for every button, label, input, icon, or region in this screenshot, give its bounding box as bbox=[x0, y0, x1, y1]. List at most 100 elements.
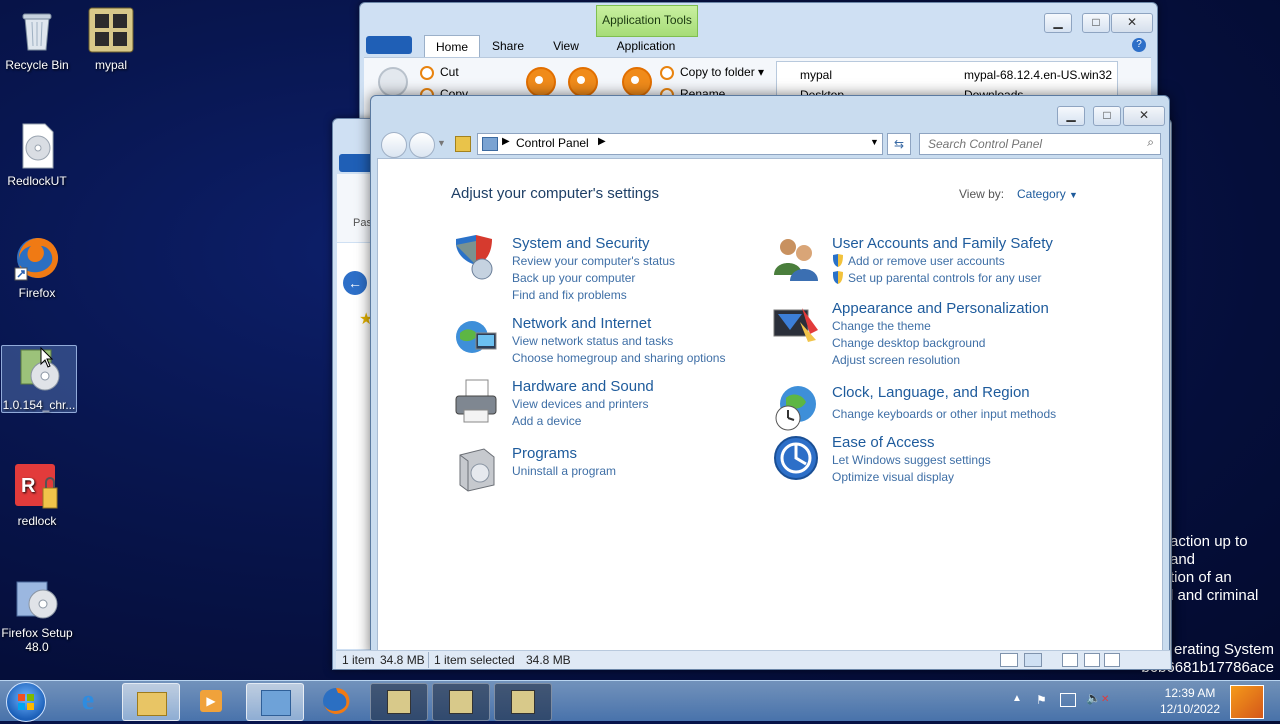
ribbon-tab-home[interactable]: Home bbox=[424, 35, 480, 58]
back-button[interactable] bbox=[381, 132, 407, 158]
help-icon[interactable]: ? bbox=[1132, 38, 1146, 52]
control-panel-window[interactable]: ▁ □ ✕ ▼ ▶ Control Panel ▶ ▼ ⇆ ⌕ Adjust y… bbox=[370, 95, 1170, 657]
copy-to-folder-button[interactable]: Copy to folder ▾ bbox=[660, 65, 764, 80]
ribbon-action-icon[interactable] bbox=[622, 67, 652, 97]
uac-shield-icon bbox=[833, 254, 843, 267]
minimize-button[interactable]: ▁ bbox=[1044, 13, 1072, 33]
category-title[interactable]: System and Security bbox=[512, 235, 675, 253]
volume-muted-icon[interactable]: 🔈✕ bbox=[1086, 691, 1109, 705]
taskbar-media-player[interactable]: ▶ bbox=[184, 683, 240, 719]
category-title[interactable]: Appearance and Personalization bbox=[832, 300, 1049, 318]
task-link[interactable]: Set up parental controls for any user bbox=[832, 270, 1053, 287]
network-tray-icon[interactable] bbox=[1060, 693, 1076, 707]
paint-palette-icon bbox=[772, 300, 820, 348]
context-tab-application-tools[interactable]: Application Tools bbox=[596, 5, 698, 37]
category-title[interactable]: User Accounts and Family Safety bbox=[832, 235, 1053, 253]
task-link[interactable]: Choose homegroup and sharing options bbox=[512, 350, 725, 367]
search-input[interactable] bbox=[926, 134, 1130, 154]
start-button[interactable] bbox=[6, 682, 46, 722]
task-link[interactable]: Review your computer's status bbox=[512, 253, 675, 270]
file-item[interactable]: mypal-68.12.4.en-US.win32 bbox=[964, 68, 1112, 82]
clock[interactable]: 12:39 AM 12/10/2022 bbox=[1150, 685, 1230, 717]
task-link[interactable]: View devices and printers bbox=[512, 396, 654, 413]
file-item[interactable]: mypal bbox=[800, 68, 832, 82]
category-network-internet: Network and Internet View network status… bbox=[456, 315, 725, 367]
task-link[interactable]: Find and fix problems bbox=[512, 287, 675, 304]
task-link[interactable]: Optimize visual display bbox=[832, 469, 991, 486]
installer-disc-icon bbox=[15, 346, 63, 394]
maximize-button[interactable]: □ bbox=[1082, 13, 1110, 33]
address-dropdown-icon[interactable]: ▼ bbox=[870, 137, 879, 147]
category-clock-language: Clock, Language, and Region Change keybo… bbox=[775, 384, 1056, 431]
maximize-button[interactable]: □ bbox=[1093, 106, 1121, 126]
taskbar-mypal-window[interactable] bbox=[432, 683, 490, 721]
details-view-icon[interactable] bbox=[1000, 653, 1018, 667]
taskbar-internet-explorer[interactable]: e bbox=[60, 683, 116, 719]
ribbon-tab-view[interactable]: View bbox=[546, 39, 586, 53]
desktop-icon-redlock[interactable]: R redlock bbox=[0, 462, 74, 528]
large-icons-view-icon[interactable] bbox=[1024, 653, 1042, 667]
category-title[interactable]: Ease of Access bbox=[832, 434, 991, 452]
taskbar-file-explorer[interactable] bbox=[122, 683, 180, 721]
show-hidden-icons-button[interactable]: ▲ bbox=[1012, 693, 1022, 704]
close-button[interactable]: ✕ bbox=[1111, 13, 1153, 33]
desktop-icon-installer-selected[interactable]: 1.0.154_chr... bbox=[1, 345, 77, 413]
desktop-icon-redlockut[interactable]: RedlockUT bbox=[0, 122, 74, 188]
desktop-icon-label: redlock bbox=[17, 514, 57, 528]
category-title[interactable]: Network and Internet bbox=[512, 315, 725, 333]
layout-view-icon[interactable] bbox=[1084, 653, 1100, 667]
breadcrumb-chevron-icon[interactable]: ▶ bbox=[598, 136, 606, 147]
desktop-icon-label: Firefox bbox=[18, 286, 56, 300]
back-arrow-icon[interactable]: ← bbox=[343, 271, 367, 295]
cut-button[interactable]: Cut bbox=[420, 65, 459, 80]
ribbon-action-icon[interactable] bbox=[526, 67, 556, 97]
ribbon-tab-application[interactable]: Application bbox=[606, 39, 686, 53]
forward-button[interactable] bbox=[409, 132, 435, 158]
close-button[interactable]: ✕ bbox=[1123, 106, 1165, 126]
taskbar-mypal-window[interactable] bbox=[370, 683, 428, 721]
task-link[interactable]: Add or remove user accounts bbox=[832, 253, 1053, 270]
task-link[interactable]: View network status and tasks bbox=[512, 333, 725, 350]
internet-explorer-icon: e bbox=[81, 685, 95, 716]
taskbar-mypal-window[interactable] bbox=[494, 683, 552, 721]
refresh-button[interactable]: ⇆ bbox=[887, 133, 911, 155]
printer-icon bbox=[452, 378, 500, 426]
up-folder-icon[interactable] bbox=[455, 136, 471, 152]
file-menu-button[interactable] bbox=[339, 154, 373, 172]
show-desktop-thumbnail[interactable] bbox=[1230, 685, 1264, 719]
task-link[interactable]: Change keyboards or other input methods bbox=[832, 406, 1056, 423]
desktop-icon-recycle-bin[interactable]: Recycle Bin bbox=[0, 6, 74, 72]
desktop-icon-firefox[interactable]: Firefox bbox=[0, 234, 74, 300]
mouse-pointer-icon bbox=[40, 347, 54, 368]
taskbar-firefox[interactable] bbox=[308, 683, 364, 719]
task-link[interactable]: Adjust screen resolution bbox=[832, 352, 1049, 369]
layout-view-icon[interactable] bbox=[1062, 653, 1078, 667]
task-link[interactable]: Let Windows suggest settings bbox=[832, 452, 991, 469]
file-menu-button[interactable] bbox=[366, 36, 412, 54]
breadcrumb-control-panel[interactable]: Control Panel bbox=[516, 136, 589, 150]
minimize-button[interactable]: ▁ bbox=[1057, 106, 1085, 126]
address-bar[interactable]: ▶ Control Panel ▶ ▼ bbox=[477, 133, 883, 155]
taskbar-control-panel[interactable] bbox=[246, 683, 304, 721]
search-icon[interactable]: ⌕ bbox=[1147, 135, 1154, 150]
search-box[interactable]: ⌕ bbox=[919, 133, 1161, 155]
ribbon-action-icon[interactable] bbox=[568, 67, 598, 97]
action-center-flag-icon[interactable]: ⚑ bbox=[1036, 693, 1047, 707]
desktop-icon-mypal[interactable]: mypal bbox=[74, 6, 148, 72]
category-title[interactable]: Clock, Language, and Region bbox=[832, 384, 1056, 402]
task-link[interactable]: Add a device bbox=[512, 413, 654, 430]
recent-pages-dropdown[interactable]: ▼ bbox=[437, 138, 446, 148]
ribbon-tab-share[interactable]: Share bbox=[488, 39, 528, 53]
layout-view-icon[interactable] bbox=[1104, 653, 1120, 667]
view-by-dropdown[interactable]: Category ▼ bbox=[1017, 187, 1078, 201]
pin-icon[interactable] bbox=[378, 67, 408, 97]
desktop-icon-firefox-setup[interactable]: Firefox Setup 48.0 bbox=[0, 574, 74, 654]
desktop-icon-label: 1.0.154_chr... bbox=[2, 398, 76, 412]
task-link[interactable]: Back up your computer bbox=[512, 270, 675, 287]
category-title[interactable]: Hardware and Sound bbox=[512, 378, 654, 396]
task-link[interactable]: Change desktop background bbox=[832, 335, 1049, 352]
task-link[interactable]: Change the theme bbox=[832, 318, 1049, 335]
globe-clock-icon bbox=[772, 384, 820, 432]
task-link[interactable]: Uninstall a program bbox=[512, 463, 616, 480]
category-title[interactable]: Programs bbox=[512, 445, 616, 463]
